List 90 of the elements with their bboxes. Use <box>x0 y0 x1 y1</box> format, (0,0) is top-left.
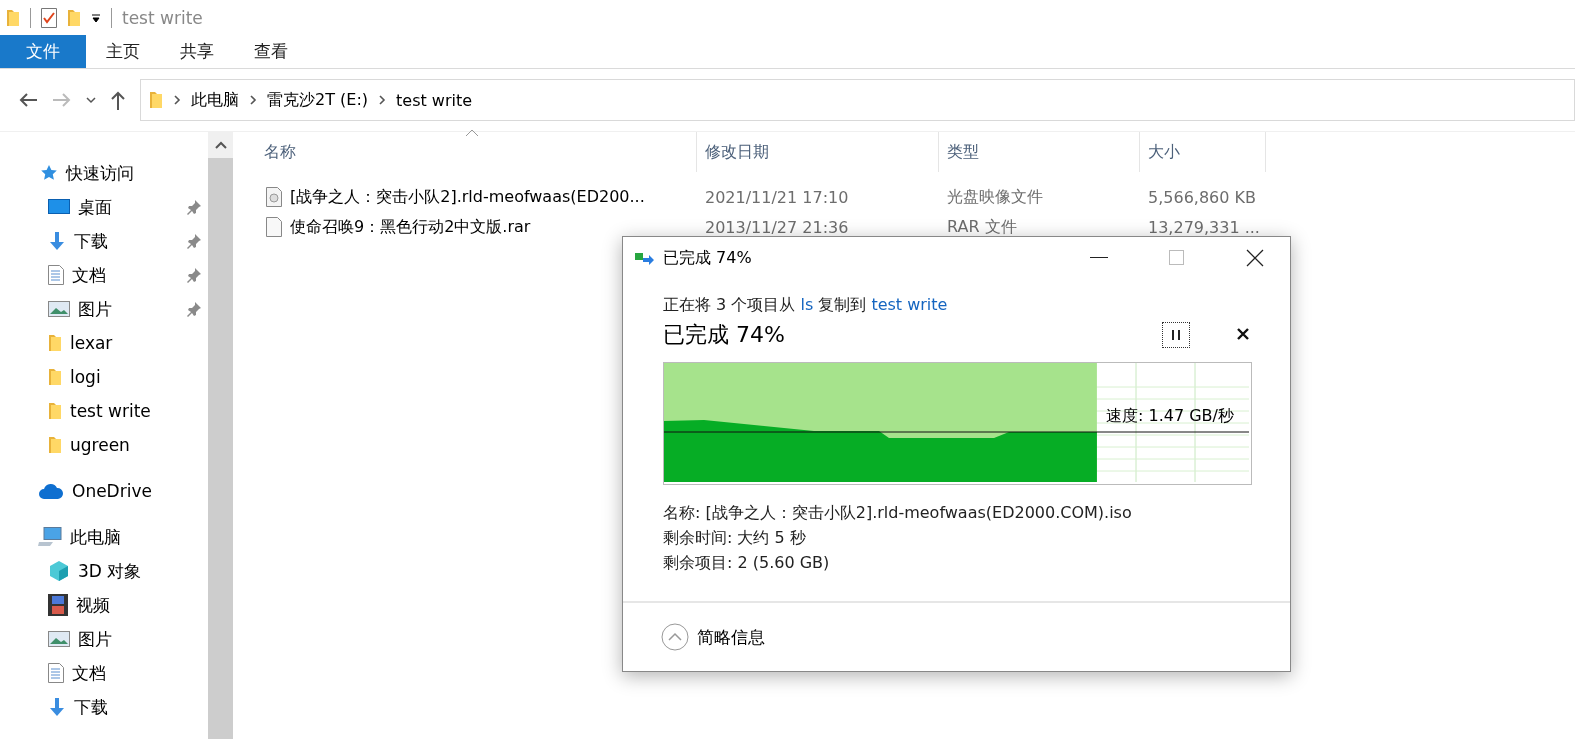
address-bar[interactable]: 此电脑 雷克沙2T (E:) test write <box>140 79 1575 121</box>
ribbon-tab[interactable]: 文件 <box>0 35 86 68</box>
cloud-icon <box>38 483 64 499</box>
monitor-icon <box>48 199 70 215</box>
table-cell-text: 5,566,860 KB <box>1147 187 1257 207</box>
ribbon-tab[interactable]: 主页 <box>86 35 160 68</box>
folder-icon <box>48 334 62 352</box>
properties-icon[interactable] <box>41 7 57 28</box>
back-icon[interactable] <box>18 92 38 108</box>
nav-item[interactable]: 文档 <box>0 258 208 292</box>
new-folder-icon <box>67 8 81 27</box>
file-name[interactable]: 使命召唤9：黑色行动2中文版.rar <box>256 216 697 238</box>
scrollbar[interactable] <box>208 132 233 739</box>
copy-status-text: 正在将 3 个项目从 ls 复制到 test write <box>663 295 949 316</box>
table-cell-text: 2013/11/27 21:36 <box>704 217 850 237</box>
table-cell-text: 13,279,331 ... <box>1147 217 1261 237</box>
nav-item[interactable]: ugreen <box>0 428 208 462</box>
document-icon <box>48 663 64 683</box>
nav-item[interactable]: 下载 <box>0 224 208 258</box>
picture-icon <box>48 301 70 317</box>
column-header[interactable]: 大小 <box>1140 132 1266 172</box>
destination-link[interactable]: test write <box>871 295 948 314</box>
nav-item[interactable]: 视频 <box>0 588 208 622</box>
computer-icon <box>38 527 62 547</box>
minimize-icon <box>1090 257 1108 259</box>
close-icon <box>1236 326 1250 341</box>
copy-icon <box>635 251 655 265</box>
nav-item[interactable]: 图片 <box>0 292 208 326</box>
close-icon <box>1246 249 1264 267</box>
column-header[interactable]: 修改日期 <box>697 132 939 172</box>
nav-item[interactable]: lexar <box>0 326 208 360</box>
disc-file-icon <box>266 187 282 207</box>
table-cell-text: 2021/11/21 17:10 <box>704 187 850 207</box>
pin-icon <box>186 267 202 283</box>
ribbon-tab[interactable]: 查看 <box>234 35 308 68</box>
cube-icon <box>48 560 70 582</box>
file-icon <box>266 217 282 237</box>
nav-item[interactable]: OneDrive <box>0 474 208 508</box>
scroll-up-icon[interactable] <box>214 141 227 149</box>
pin-icon <box>186 233 202 249</box>
pin-icon <box>186 199 202 215</box>
folder-icon <box>48 402 62 420</box>
dialog-title: 已完成 74% <box>663 247 753 269</box>
nav-item[interactable]: 桌面 <box>0 190 208 224</box>
folder-icon <box>6 8 20 27</box>
table-cell-text: RAR 文件 <box>946 216 1018 238</box>
chevron-right-icon <box>378 95 387 105</box>
film-icon <box>48 594 68 616</box>
folder-icon <box>48 368 62 386</box>
file-name[interactable]: [战争之人：突击小队2].rld-meofwaas(ED200... <box>256 186 697 208</box>
table-cell-text: 光盘映像文件 <box>946 186 1044 208</box>
column-header[interactable]: 名称 <box>256 132 697 172</box>
pause-button[interactable] <box>1162 322 1190 348</box>
maximize-icon <box>1169 250 1185 266</box>
chevron-up-circle-icon <box>661 623 689 651</box>
breadcrumb[interactable]: 此电脑 <box>191 89 239 111</box>
detail-text: 剩余时间: 大约 5 秒 <box>663 528 807 549</box>
ribbon-tab[interactable]: 共享 <box>160 35 234 68</box>
nav-item[interactable]: 3D 对象 <box>0 554 208 588</box>
download-icon <box>48 698 66 716</box>
up-icon[interactable] <box>110 90 126 110</box>
detail-text: 名称: [战争之人：突击小队2].rld-meofwaas(ED2000.COM).iso <box>663 503 1133 524</box>
fewer-details-toggle[interactable]: 简略信息 <box>661 623 765 651</box>
chevron-right-icon <box>173 95 181 105</box>
nav-item[interactable]: logi <box>0 360 208 394</box>
sort-caret-icon <box>465 129 479 137</box>
nav-item[interactable]: 此电脑 <box>0 520 208 554</box>
progress-heading: 已完成 74% <box>663 321 786 349</box>
column-header[interactable]: 类型 <box>939 132 1140 172</box>
dropdown-icon[interactable] <box>91 12 101 23</box>
breadcrumb[interactable]: test write <box>396 90 473 110</box>
picture-icon <box>48 631 70 647</box>
folder-icon <box>149 91 163 109</box>
detail-text: 剩余项目: 2 (5.60 GB) <box>663 553 831 574</box>
nav-item[interactable]: test write <box>0 394 208 428</box>
folder-icon <box>48 436 62 454</box>
speed-label: 速度: 1.47 GB/秒 <box>1106 406 1234 427</box>
nav-item[interactable]: 图片 <box>0 622 208 656</box>
chevron-down-icon[interactable] <box>86 96 96 104</box>
pause-icon <box>1171 329 1181 341</box>
nav-item[interactable]: 快速访问 <box>0 156 208 190</box>
breadcrumb[interactable]: 雷克沙2T (E:) <box>267 89 369 111</box>
window-title: test write <box>122 7 203 28</box>
chevron-right-icon <box>249 95 257 105</box>
download-icon <box>48 232 66 250</box>
pin-icon <box>186 301 202 317</box>
nav-item[interactable]: 文档 <box>0 656 208 690</box>
nav-item[interactable]: 下载 <box>0 690 208 724</box>
source-link[interactable]: ls <box>800 295 814 314</box>
document-icon <box>48 265 64 285</box>
